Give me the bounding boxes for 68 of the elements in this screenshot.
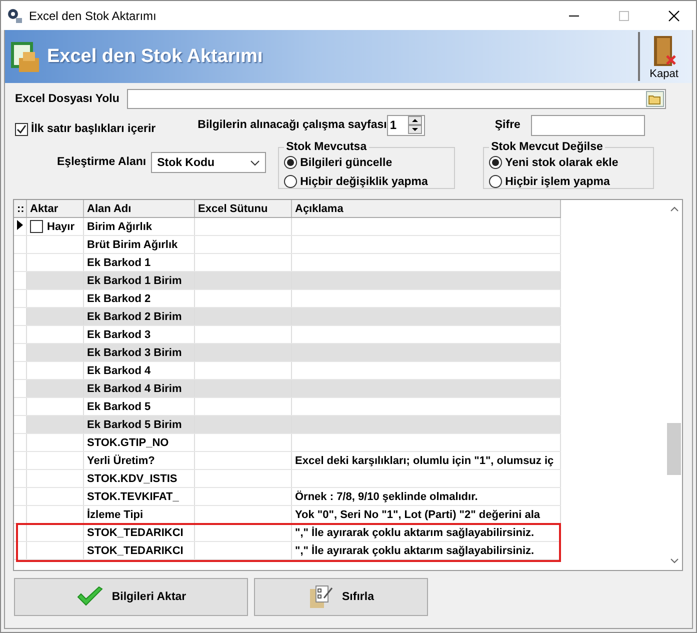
checkbox[interactable] [30, 220, 43, 233]
table-cell: Ek Barkod 3 [87, 328, 151, 340]
table-cell: Brüt Birim Ağırlık [87, 238, 178, 250]
folder-icon[interactable] [646, 91, 664, 107]
chevron-up-icon[interactable] [670, 206, 678, 212]
chevron-down-icon [250, 160, 260, 166]
group-title: Stok Mevcut Değilse [490, 141, 604, 153]
checkmark-icon [76, 586, 104, 608]
table-cell: Ek Barkod 5 [87, 400, 151, 412]
checkbox-label: İlk satır başlıkları içerir [31, 123, 156, 135]
app-icon [7, 8, 23, 24]
table-cell: Ek Barkod 1 [87, 256, 151, 268]
column-header[interactable]: Açıklama [292, 200, 560, 218]
table-cell: Ek Barkod 3 Birim [87, 346, 182, 358]
table-cell: Ek Barkod 5 Birim [87, 418, 182, 430]
table-cell: STOK_TEDARIKCI [87, 526, 184, 538]
maximize-icon [618, 10, 630, 22]
table-cell: Yerli Üretim? [87, 454, 155, 466]
table-cell: Hayır [47, 220, 75, 232]
table-cell: Ek Barkod 4 [87, 364, 151, 376]
table-cell: Ek Barkod 2 [87, 292, 151, 304]
door-icon [651, 34, 677, 68]
radio-label: Hiçbir değişiklik yapma [300, 176, 428, 188]
close-button[interactable]: Kapat [638, 32, 688, 81]
close-icon[interactable] [668, 10, 680, 22]
table-cell: "," İle ayırarak çoklu aktarım sağlayabilirsiniz. [295, 526, 534, 538]
match-dropdown[interactable]: Stok Kodu [151, 152, 266, 173]
column-header[interactable]: Alan Adı [84, 200, 194, 218]
column-header[interactable]: Aktar [26, 200, 84, 218]
radio-button[interactable] [284, 175, 298, 188]
column-header: :: [14, 200, 26, 218]
password-label: Şifre [494, 119, 520, 131]
sheet-spinner[interactable]: 1 [386, 114, 425, 136]
radio-label: Yeni stok olarak ekle [505, 156, 618, 168]
table-cell: STOK.TEVKIFAT_ [87, 490, 179, 502]
table-cell: Örnek : 7/8, 9/10 şeklinde olmalıdır. [295, 490, 478, 502]
table-cell: Excel deki karşılıkları; olumlu için "1", olumsuz iç [295, 454, 554, 466]
clipboard-icon [308, 584, 334, 610]
radio-button[interactable] [284, 156, 298, 169]
window-title: Excel den Stok Aktarımı [29, 8, 156, 22]
spinner-arrows-icon[interactable] [408, 116, 422, 134]
column-header[interactable]: Excel Sütunu [194, 200, 292, 218]
table-cell: Ek Barkod 1 Birim [87, 274, 182, 286]
reset-button[interactable]: Sıfırla [254, 578, 428, 616]
file-path-field[interactable] [127, 89, 666, 109]
table-cell: "," İle ayırarak çoklu aktarım sağlayabilirsiniz. [295, 544, 534, 556]
table-cell: Yok "0", Seri No "1", Lot (Parti) "2" değerini ala [295, 508, 540, 520]
scrollbar-thumb[interactable] [667, 423, 681, 475]
sheet-label: Bilgilerin alınacağı çalışma sayfası [198, 119, 387, 131]
import-button[interactable]: Bilgileri Aktar [14, 578, 248, 616]
table-cell: STOK.KDV_ISTIS [87, 472, 178, 484]
password-field[interactable] [531, 114, 646, 136]
table-cell: Ek Barkod 4 Birim [87, 382, 182, 394]
table-cell: Birim Ağırlık [87, 220, 152, 232]
match-label: Eşleştirme Alanı [57, 156, 146, 168]
radio-button[interactable] [489, 175, 502, 188]
radio-label: Hiçbir işlem yapma [505, 176, 610, 188]
table-cell: Ek Barkod 2 Birim [87, 310, 182, 322]
chevron-down-icon[interactable] [670, 558, 678, 564]
file-label: Excel Dosyası Yolu [15, 93, 120, 105]
radio-button[interactable] [489, 156, 502, 169]
table-cell: STOK_TEDARIKCI [87, 544, 184, 556]
group-title: Stok Mevcutsa [285, 141, 368, 153]
table-cell: STOK.GTIP_NO [87, 436, 169, 448]
table-cell: İzleme Tipi [87, 508, 144, 520]
radio-label: Bilgileri güncelle [300, 156, 392, 168]
banner-title: Excel den Stok Aktarımı [47, 46, 263, 68]
checkbox[interactable] [15, 122, 28, 136]
